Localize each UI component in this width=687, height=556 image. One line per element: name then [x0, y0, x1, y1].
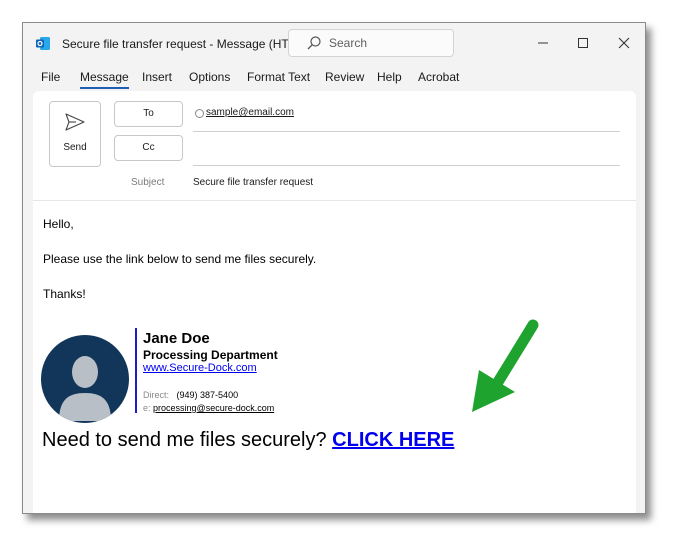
close-icon — [618, 37, 630, 49]
body-line: Please use the link below to send me fil… — [43, 252, 317, 266]
header-divider — [33, 200, 636, 201]
menu-options[interactable]: Options — [189, 70, 230, 84]
menu-file[interactable]: File — [41, 70, 60, 84]
outlook-message-window: Secure file transfer request - Message (… — [22, 22, 646, 514]
signature-email-link[interactable]: processing@secure-dock.com — [153, 403, 274, 413]
presence-icon — [195, 109, 204, 118]
direct-phone: (949) 387-5400 — [176, 390, 239, 400]
to-field-underline — [193, 131, 620, 132]
outlook-app-icon — [36, 37, 50, 50]
avatar — [41, 335, 129, 423]
menu-help[interactable]: Help — [377, 70, 402, 84]
title-bar: Secure file transfer request - Message (… — [23, 23, 645, 63]
send-button[interactable]: Send — [49, 101, 101, 167]
email-label: e: — [143, 403, 151, 413]
search-icon — [307, 36, 321, 50]
to-button[interactable]: To — [114, 101, 183, 127]
click-here-link[interactable]: CLICK HERE — [332, 429, 454, 451]
cc-field[interactable] — [193, 165, 620, 166]
to-recipient[interactable]: sample@email.com — [206, 107, 294, 118]
ribbon-menu: File Message Insert Options Format Text … — [23, 65, 645, 89]
signature-name: Jane Doe — [143, 330, 210, 347]
subject-label: Subject — [131, 177, 165, 188]
cc-button[interactable]: Cc — [114, 135, 183, 161]
maximize-icon — [578, 38, 588, 48]
close-button[interactable] — [609, 31, 639, 55]
minimize-button[interactable] — [528, 31, 558, 55]
menu-message[interactable]: Message — [80, 70, 129, 89]
search-box[interactable]: Search — [288, 29, 454, 57]
compose-pane: Send To sample@email.com Cc Subject Secu… — [33, 91, 636, 513]
send-label: Send — [63, 142, 87, 153]
body-closing: Thanks! — [43, 287, 86, 301]
direct-label: Direct: — [143, 390, 170, 400]
menu-insert[interactable]: Insert — [142, 70, 172, 84]
signature-direct: Direct: (949) 387-5400 — [143, 390, 238, 400]
green-arrow-icon — [472, 319, 539, 412]
menu-acrobat[interactable]: Acrobat — [418, 70, 459, 84]
cta-text: Need to send me files securely? — [42, 429, 327, 451]
menu-review[interactable]: Review — [325, 70, 364, 84]
search-placeholder: Search — [329, 36, 368, 50]
signature-divider — [135, 328, 137, 413]
signature-website-link[interactable]: www.Secure-Dock.com — [143, 362, 257, 374]
maximize-button[interactable] — [568, 31, 598, 55]
signature-email: e: processing@secure-dock.com — [143, 403, 274, 413]
minimize-icon — [538, 42, 548, 44]
cta-line: Need to send me files securely? CLICK HE… — [42, 429, 454, 452]
menu-format-text[interactable]: Format Text — [247, 70, 310, 84]
subject-field[interactable]: Secure file transfer request — [193, 177, 313, 188]
window-title: Secure file transfer request - Message (… — [62, 37, 310, 51]
signature-department: Processing Department — [143, 348, 278, 362]
send-icon — [65, 113, 85, 131]
body-greeting: Hello, — [43, 217, 74, 231]
